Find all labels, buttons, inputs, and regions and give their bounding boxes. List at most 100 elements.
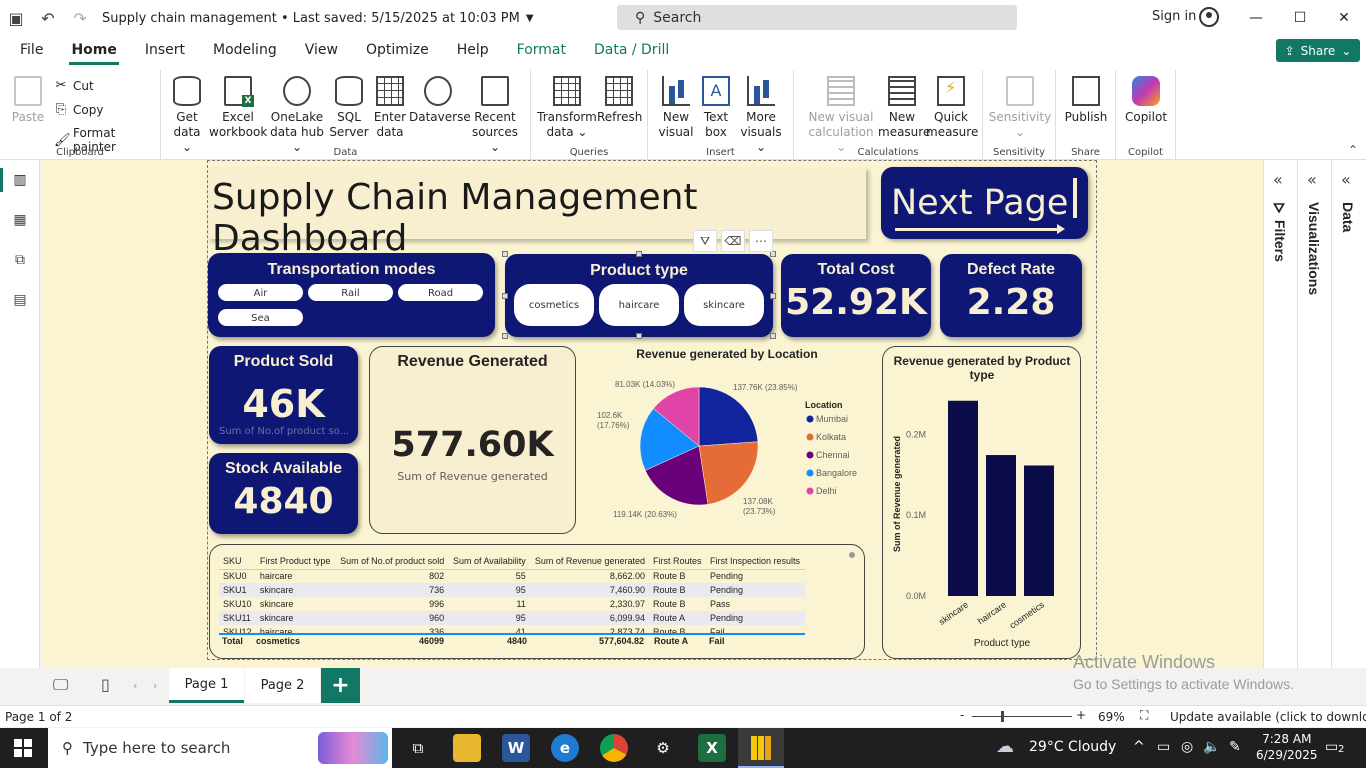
undo-icon[interactable]: ↶ <box>32 0 64 36</box>
column-header[interactable]: First Inspection results <box>706 553 805 570</box>
pen-icon[interactable]: ✎ <box>1229 739 1241 755</box>
resize-handle[interactable] <box>770 293 776 299</box>
file-explorer-icon[interactable] <box>453 734 481 762</box>
resize-handle[interactable] <box>502 333 508 339</box>
enter-data-button[interactable]: Enter data <box>371 76 409 140</box>
more-visuals-button[interactable]: More visuals ⌄ <box>736 76 786 155</box>
weather-text[interactable]: 29°C Cloudy <box>1029 739 1116 755</box>
new-measure-button[interactable]: New measure <box>878 76 930 140</box>
menu-help[interactable]: Help <box>443 36 503 66</box>
column-header[interactable]: SKU <box>219 553 256 570</box>
menu-data-drill[interactable]: Data / Drill <box>580 36 683 66</box>
product-sold-card[interactable]: Product Sold 46K Sum of No.of product so… <box>209 346 358 444</box>
onelake-button[interactable]: OneLake data hub ⌄ <box>267 76 327 155</box>
account-icon[interactable] <box>1199 7 1219 27</box>
total-cost-card[interactable]: Total Cost 52.92K <box>781 254 931 337</box>
power-bi-taskbar-item[interactable] <box>738 728 784 768</box>
copilot-button[interactable]: Copilot <box>1122 76 1170 125</box>
expand-icon[interactable]: « <box>1273 170 1283 189</box>
slicer-option-skincare[interactable]: skincare <box>684 284 764 326</box>
zoom-level[interactable]: 69% <box>1098 710 1125 724</box>
title-dropdown-icon[interactable]: ▼ <box>526 13 534 24</box>
new-visual-calculation-button[interactable]: New visual calculation ⌄ <box>802 76 880 155</box>
text-box-button[interactable]: A Text box <box>698 76 734 140</box>
resize-handle[interactable] <box>502 293 508 299</box>
slicer-option-sea[interactable]: Sea <box>218 309 303 326</box>
data-pane[interactable]: « Data <box>1332 160 1366 668</box>
word-icon[interactable]: W <box>502 734 530 762</box>
eraser-icon[interactable]: ⌫ <box>721 230 745 252</box>
table-view-icon[interactable]: ▦ <box>11 212 29 228</box>
network-icon[interactable]: ◎ <box>1181 739 1193 755</box>
table-scrollbar[interactable] <box>849 552 855 558</box>
maximize-icon[interactable]: ☐ <box>1287 6 1313 30</box>
column-header[interactable]: Sum of Revenue generated <box>529 553 649 570</box>
report-view-icon[interactable]: ▥ <box>11 172 29 188</box>
menu-modeling[interactable]: Modeling <box>199 36 291 66</box>
notification-icon[interactable]: ▭ <box>1325 739 1338 755</box>
copy-button[interactable]: ⎘ Copy <box>54 102 104 117</box>
update-notice[interactable]: Update available (click to download) <box>1170 710 1366 724</box>
taskbar-search[interactable]: ⚲ Type here to search <box>48 728 392 768</box>
clock[interactable]: 7:28 AM 6/29/2025 <box>1256 731 1318 763</box>
resize-handle[interactable] <box>770 333 776 339</box>
zoom-out-icon[interactable]: - <box>960 708 964 722</box>
expand-icon[interactable]: « <box>1341 170 1351 189</box>
menu-home[interactable]: Home <box>57 36 130 66</box>
new-visual-button[interactable]: New visual <box>658 76 694 140</box>
desktop-layout-icon[interactable]: 🖵 <box>53 675 68 695</box>
resize-handle[interactable] <box>636 251 642 257</box>
column-header[interactable]: First Product type <box>255 553 336 570</box>
filters-pane[interactable]: « ⛛ Filters <box>1264 160 1298 668</box>
settings-gear-icon[interactable]: ⚙ <box>649 734 677 762</box>
zoom-slider-thumb[interactable] <box>1001 711 1004 722</box>
table-row[interactable]: SKU11 skincare 960 95 6,099.94 Route A Pending <box>219 611 805 625</box>
add-page-button[interactable]: + <box>321 668 360 703</box>
revenue-generated-card[interactable]: Revenue Generated 577.60K Sum of Revenue… <box>369 346 576 534</box>
slicer-option-cosmetics[interactable]: cosmetics <box>514 284 594 326</box>
search-box[interactable]: ⚲ Search <box>617 5 1017 30</box>
get-data-button[interactable]: Get data ⌄ <box>167 76 207 155</box>
more-options-icon[interactable]: ⋯ <box>749 230 773 252</box>
product-type-slicer[interactable]: Product type cosmetics haircare skincare <box>505 254 773 337</box>
tab-page-2[interactable]: Page 2 <box>245 668 320 703</box>
chrome-icon[interactable] <box>600 734 628 762</box>
slicer-option-rail[interactable]: Rail <box>308 284 393 301</box>
transform-data-button[interactable]: Transform data ⌄ <box>537 76 597 140</box>
chevron-up-icon[interactable]: ^ <box>1133 739 1145 755</box>
share-button[interactable]: ⇪ Share ⌄ <box>1276 39 1360 62</box>
sensitivity-button[interactable]: Sensitivity ⌄ <box>987 76 1053 140</box>
filter-icon[interactable]: ⛛ <box>693 230 717 252</box>
chevron-right-icon[interactable]: › <box>153 679 157 692</box>
menu-view[interactable]: View <box>291 36 352 66</box>
refresh-button[interactable]: Refresh <box>597 76 642 125</box>
menu-insert[interactable]: Insert <box>131 36 199 66</box>
slicer-option-road[interactable]: Road <box>398 284 483 301</box>
recent-sources-button[interactable]: Recent sources ⌄ <box>467 76 523 155</box>
stock-available-card[interactable]: Stock Available 4840 <box>209 453 358 534</box>
column-header[interactable]: Sum of No.of product sold <box>335 553 449 570</box>
quick-measure-button[interactable]: Quickmeasure <box>926 76 978 140</box>
resize-handle[interactable] <box>636 333 642 339</box>
table-row[interactable]: SKU10 skincare 996 11 2,330.97 Route B Pass <box>219 597 805 611</box>
battery-icon[interactable]: ▭ <box>1157 739 1170 755</box>
zoom-slider[interactable] <box>972 716 1072 717</box>
column-header[interactable]: Sum of Availability <box>448 553 530 570</box>
slicer-option-air[interactable]: Air <box>218 284 303 301</box>
mobile-layout-icon[interactable]: ▯ <box>101 675 110 694</box>
menu-file[interactable]: File <box>0 36 57 66</box>
paste-button[interactable]: Paste <box>10 76 46 125</box>
publish-button[interactable]: Publish <box>1062 76 1110 125</box>
revenue-by-product-chart[interactable]: Revenue generated by Producttype 0.0M 0.1M… <box>882 346 1081 659</box>
menu-optimize[interactable]: Optimize <box>352 36 443 66</box>
menu-format[interactable]: Format <box>503 36 580 66</box>
visualizations-pane[interactable]: « Visualizations <box>1298 160 1332 668</box>
table-row[interactable]: SKU0 haircare 802 55 8,662.00 Route B Pending <box>219 569 805 583</box>
slicer-option-haircare[interactable]: haircare <box>599 284 679 326</box>
expand-icon[interactable]: « <box>1307 170 1317 189</box>
dashboard-title-card[interactable]: Supply Chain Management Dashboard <box>208 167 866 259</box>
save-icon[interactable]: ▣ <box>0 0 32 36</box>
close-icon[interactable]: ✕ <box>1331 6 1357 30</box>
excel-workbook-button[interactable]: Excelworkbook <box>209 76 267 140</box>
sign-in-link[interactable]: Sign in <box>1152 9 1196 24</box>
